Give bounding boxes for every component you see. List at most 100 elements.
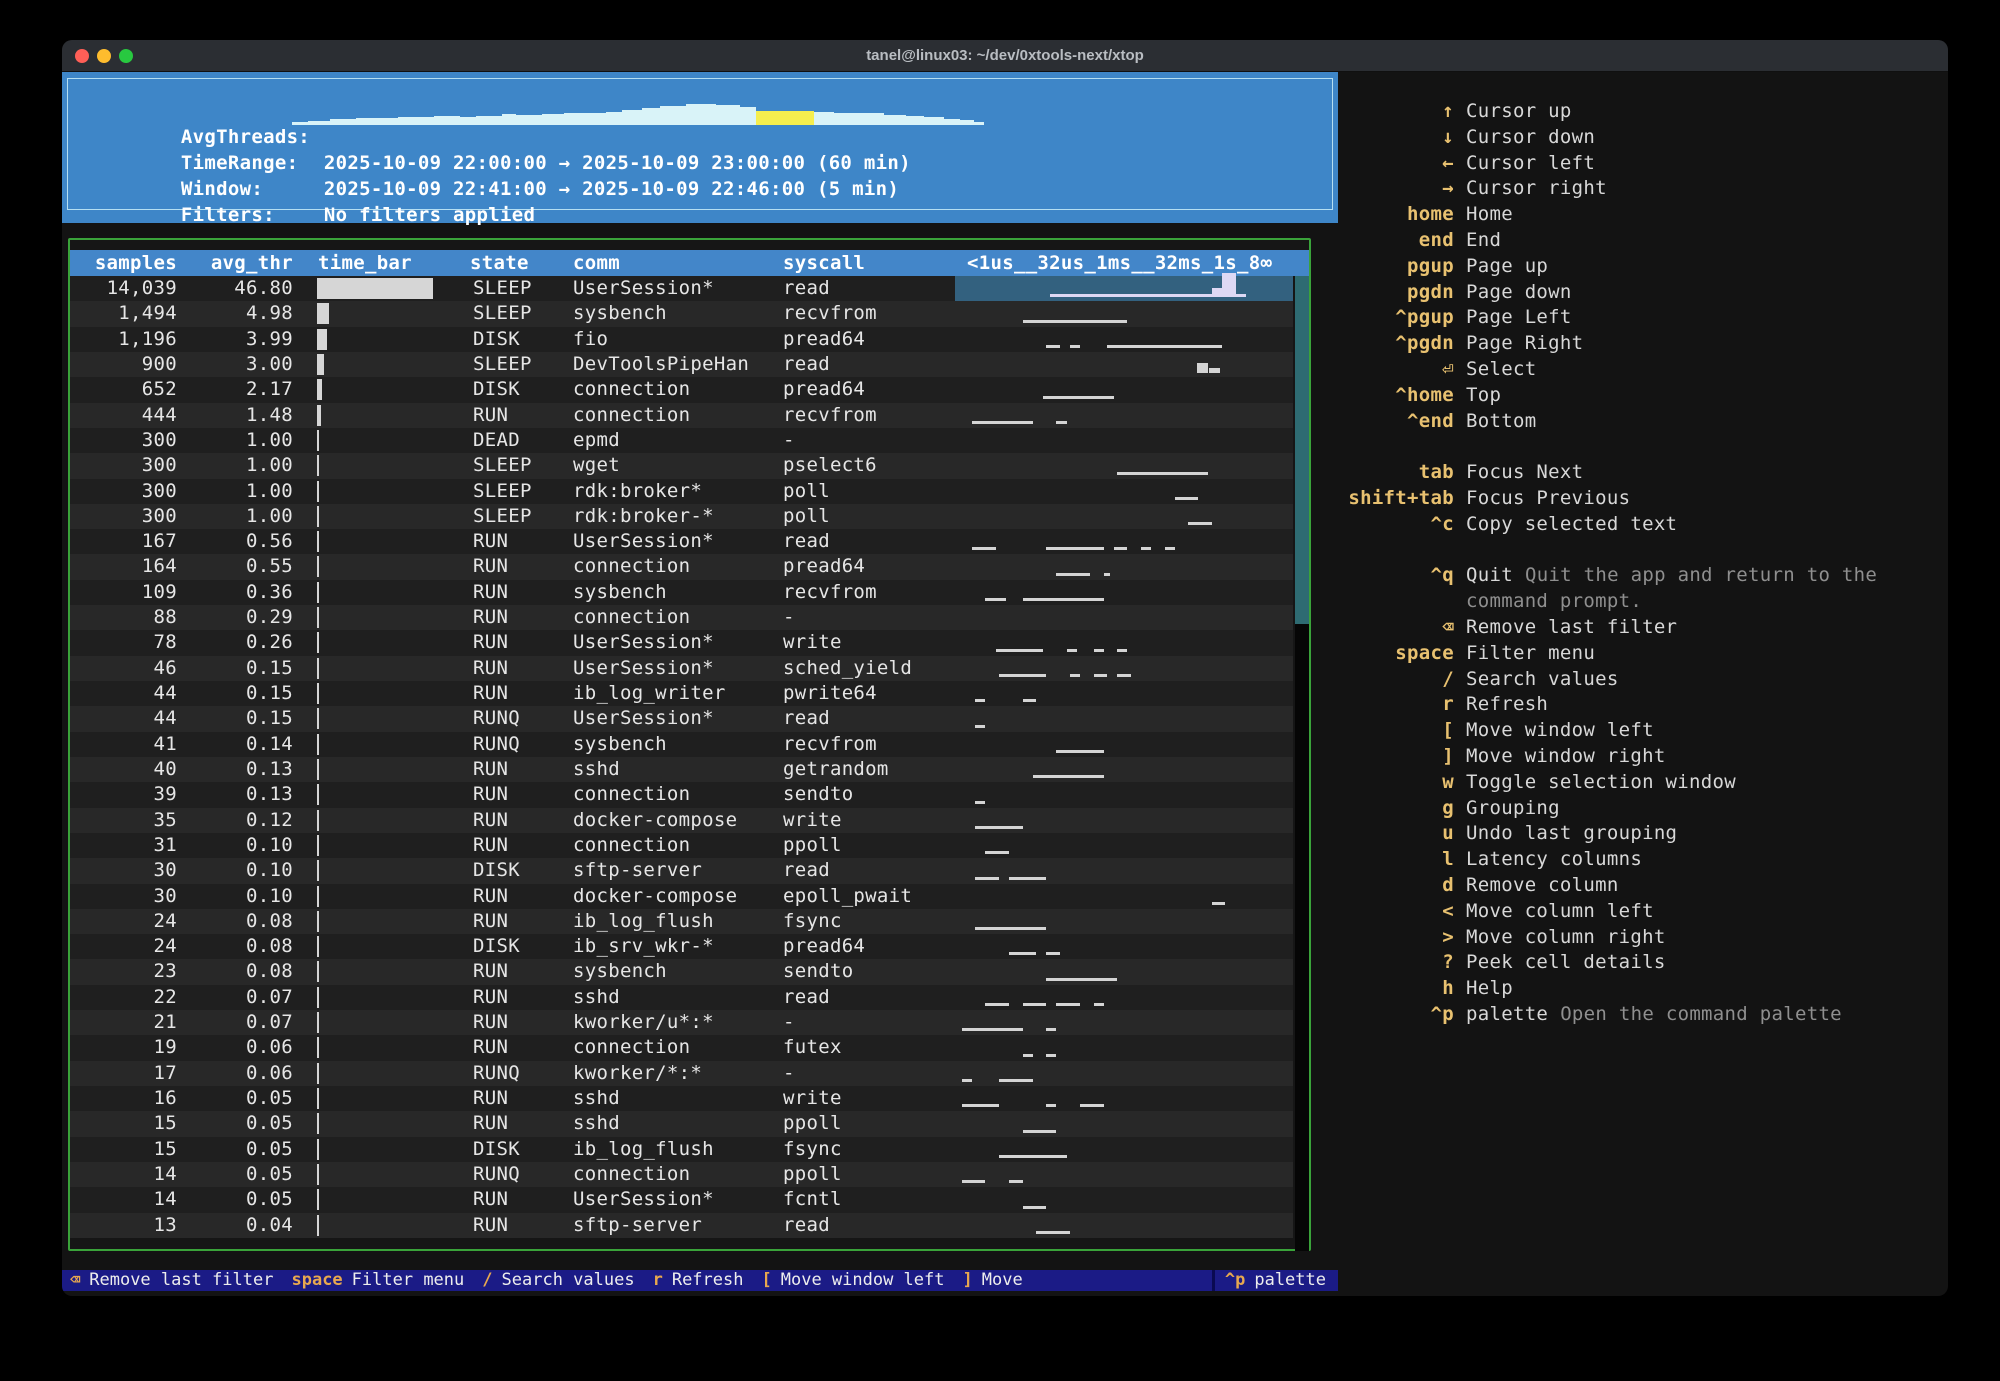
table-row[interactable]: 3001.00SLEEPrdk:broker-*poll	[70, 504, 1293, 529]
table-row[interactable]: 240.08DISKib_srv_wkr-*pread64	[70, 934, 1293, 959]
table-row[interactable]: 220.07RUNsshdread	[70, 985, 1293, 1010]
column-header-comm[interactable]: comm	[573, 250, 620, 276]
table-row[interactable]: 1090.36RUNsysbenchrecvfrom	[70, 580, 1293, 605]
column-header-samples[interactable]: samples	[70, 250, 177, 276]
shortcut-line[interactable]: ←Cursor left	[1348, 151, 1938, 177]
table-row[interactable]: 3001.00DEADepmd-	[70, 428, 1293, 453]
shortcut-line[interactable]: ^homeTop	[1348, 383, 1938, 409]
shortcut-label: Latency columns	[1466, 847, 1642, 873]
table-row[interactable]: 400.13RUNsshdgetrandom	[70, 757, 1293, 782]
table-row[interactable]: 150.05DISKib_log_flushfsync	[70, 1137, 1293, 1162]
table-row[interactable]: 350.12RUNdocker-composewrite	[70, 808, 1293, 833]
table-row[interactable]: 390.13RUNconnectionsendto	[70, 782, 1293, 807]
table-row[interactable]: 880.29RUNconnection-	[70, 605, 1293, 630]
statusbar-item[interactable]: [Move window left	[761, 1270, 944, 1291]
table-row[interactable]: 1640.55RUNconnectionpread64	[70, 554, 1293, 579]
cell-time-bar	[317, 808, 450, 833]
table-row[interactable]: 1,1963.99DISKfiopread64	[70, 327, 1293, 352]
shortcut-line[interactable]: rRefresh	[1348, 692, 1938, 718]
shortcut-line[interactable]: ↓Cursor down	[1348, 125, 1938, 151]
table-row[interactable]: 140.05RUNUserSession*fcntl	[70, 1187, 1293, 1212]
scrollbar-thumb[interactable]	[1295, 276, 1309, 624]
table-row[interactable]: 1670.56RUNUserSession*read	[70, 529, 1293, 554]
table-row[interactable]: 310.10RUNconnectionppoll	[70, 833, 1293, 858]
table-row[interactable]: 210.07RUNkworker/u*:*-	[70, 1010, 1293, 1035]
table-row[interactable]: 300.10DISKsftp-serverread	[70, 858, 1293, 883]
table-row[interactable]: 780.26RUNUserSession*write	[70, 630, 1293, 655]
table-row[interactable]: 300.10RUNdocker-composeepoll_pwait	[70, 884, 1293, 909]
shortcut-line[interactable]: →Cursor right	[1348, 176, 1938, 202]
cell-syscall: read	[783, 858, 830, 883]
shortcut-line[interactable]: ^pgupPage Left	[1348, 305, 1938, 331]
cell-avg-thr: 0.10	[183, 884, 293, 909]
shortcut-line[interactable]: shift+tabFocus Previous	[1348, 486, 1938, 512]
shortcut-line[interactable]: ?Peek cell details	[1348, 950, 1938, 976]
shortcut-line[interactable]: ^qQuitQuit the app and return to the	[1348, 563, 1938, 589]
table-row[interactable]: 240.08RUNib_log_flushfsync	[70, 909, 1293, 934]
column-header-state[interactable]: state	[470, 250, 529, 276]
table-row[interactable]: 460.15RUNUserSession*sched_yield	[70, 656, 1293, 681]
shortcut-line[interactable]: gGrouping	[1348, 796, 1938, 822]
shortcut-line[interactable]: homeHome	[1348, 202, 1938, 228]
shortcut-line[interactable]: ↑Cursor up	[1348, 99, 1938, 125]
table-scrollbar[interactable]	[1295, 276, 1309, 1251]
shortcut-label: Page down	[1466, 280, 1572, 306]
shortcut-line[interactable]: pgupPage up	[1348, 254, 1938, 280]
status-bar: ⌫Remove last filter spaceFilter menu/Sear…	[62, 1270, 1338, 1291]
time-bar-fill	[317, 582, 319, 603]
table-row[interactable]: 4441.48RUNconnectionrecvfrom	[70, 403, 1293, 428]
time-bar-fill	[317, 506, 319, 527]
shortcut-line[interactable]: pgdnPage down	[1348, 280, 1938, 306]
column-header-time-bar[interactable]: time_bar	[318, 250, 412, 276]
statusbar-item[interactable]: spaceFilter menu	[291, 1270, 464, 1291]
shortcut-line[interactable]: lLatency columns	[1348, 847, 1938, 873]
cell-comm: connection	[573, 554, 690, 579]
column-header-latency-histogram[interactable]: <1us__32us_1ms__32ms_1s_8∞	[967, 250, 1272, 276]
statusbar-item[interactable]: /Search values	[482, 1270, 634, 1291]
shortcut-line[interactable]: uUndo last grouping	[1348, 821, 1938, 847]
table-row[interactable]: 3001.00SLEEPrdk:broker*poll	[70, 479, 1293, 504]
shortcut-line[interactable]: ^ppaletteOpen the command palette	[1348, 1002, 1938, 1028]
statusbar-item[interactable]: ]Move	[963, 1270, 1023, 1291]
table-row[interactable]: 6522.17DISKconnectionpread64	[70, 377, 1293, 402]
table-row[interactable]: 230.08RUNsysbenchsendto	[70, 959, 1293, 984]
column-header-avg-thr[interactable]: avg_thr	[183, 250, 293, 276]
shortcut-line[interactable]: ^cCopy selected text	[1348, 512, 1938, 538]
shortcut-line[interactable]: dRemove column	[1348, 873, 1938, 899]
table-row[interactable]: 14,03946.80SLEEPUserSession*read	[70, 276, 1293, 301]
shortcut-line[interactable]: <Move column left	[1348, 899, 1938, 925]
table-row[interactable]: 9003.00SLEEPDevToolsPipeHanread	[70, 352, 1293, 377]
shortcut-line[interactable]: >Move column right	[1348, 925, 1938, 951]
statusbar-item[interactable]: rRefresh	[653, 1270, 744, 1291]
table-row[interactable]: 1,4944.98SLEEPsysbenchrecvfrom	[70, 301, 1293, 326]
table-row[interactable]: 150.05RUNsshdppoll	[70, 1111, 1293, 1136]
shortcut-line[interactable]: ⏎Select	[1348, 357, 1938, 383]
cell-time-bar	[317, 301, 450, 326]
shortcut-line[interactable]: hHelp	[1348, 976, 1938, 1002]
table-row[interactable]: 170.06RUNQkworker/*:*-	[70, 1061, 1293, 1086]
table-row[interactable]: 140.05RUNQconnectionppoll	[70, 1162, 1293, 1187]
shortcut-line[interactable]: ]Move window right	[1348, 744, 1938, 770]
column-header-syscall[interactable]: syscall	[783, 250, 865, 276]
table-row[interactable]: 160.05RUNsshdwrite	[70, 1086, 1293, 1111]
table-row[interactable]: 3001.00SLEEPwgetpselect6	[70, 453, 1293, 478]
table-row[interactable]: 440.15RUNQUserSession*read	[70, 706, 1293, 731]
table-row[interactable]: 130.04RUNsftp-serverread	[70, 1213, 1293, 1238]
table-row[interactable]: 440.15RUNib_log_writerpwrite64	[70, 681, 1293, 706]
shortcut-line[interactable]: tabFocus Next	[1348, 460, 1938, 486]
shortcut-line[interactable]: [Move window left	[1348, 718, 1938, 744]
shortcut-line[interactable]: wToggle selection window	[1348, 770, 1938, 796]
shortcut-line[interactable]: /Search values	[1348, 667, 1938, 693]
statusbar-palette-item[interactable]: ^ppalette	[1212, 1270, 1338, 1291]
shortcut-line[interactable]: endEnd	[1348, 228, 1938, 254]
statusbar-item[interactable]: ⌫Remove last filter	[70, 1270, 273, 1291]
table-row[interactable]: 190.06RUNconnectionfutex	[70, 1035, 1293, 1060]
shortcut-line[interactable]: ^pgdnPage Right	[1348, 331, 1938, 357]
shortcut-line[interactable]: ⌫Remove last filter	[1348, 615, 1938, 641]
titlebar[interactable]: tanel@linux03: ~/dev/0xtools-next/xtop	[62, 40, 1948, 72]
shortcut-key: ^p	[1348, 1002, 1454, 1028]
statusbar-label: Refresh	[672, 1270, 744, 1291]
shortcut-line[interactable]: ^endBottom	[1348, 409, 1938, 435]
table-row[interactable]: 410.14RUNQsysbenchrecvfrom	[70, 732, 1293, 757]
shortcut-line[interactable]: spaceFilter menu	[1348, 641, 1938, 667]
